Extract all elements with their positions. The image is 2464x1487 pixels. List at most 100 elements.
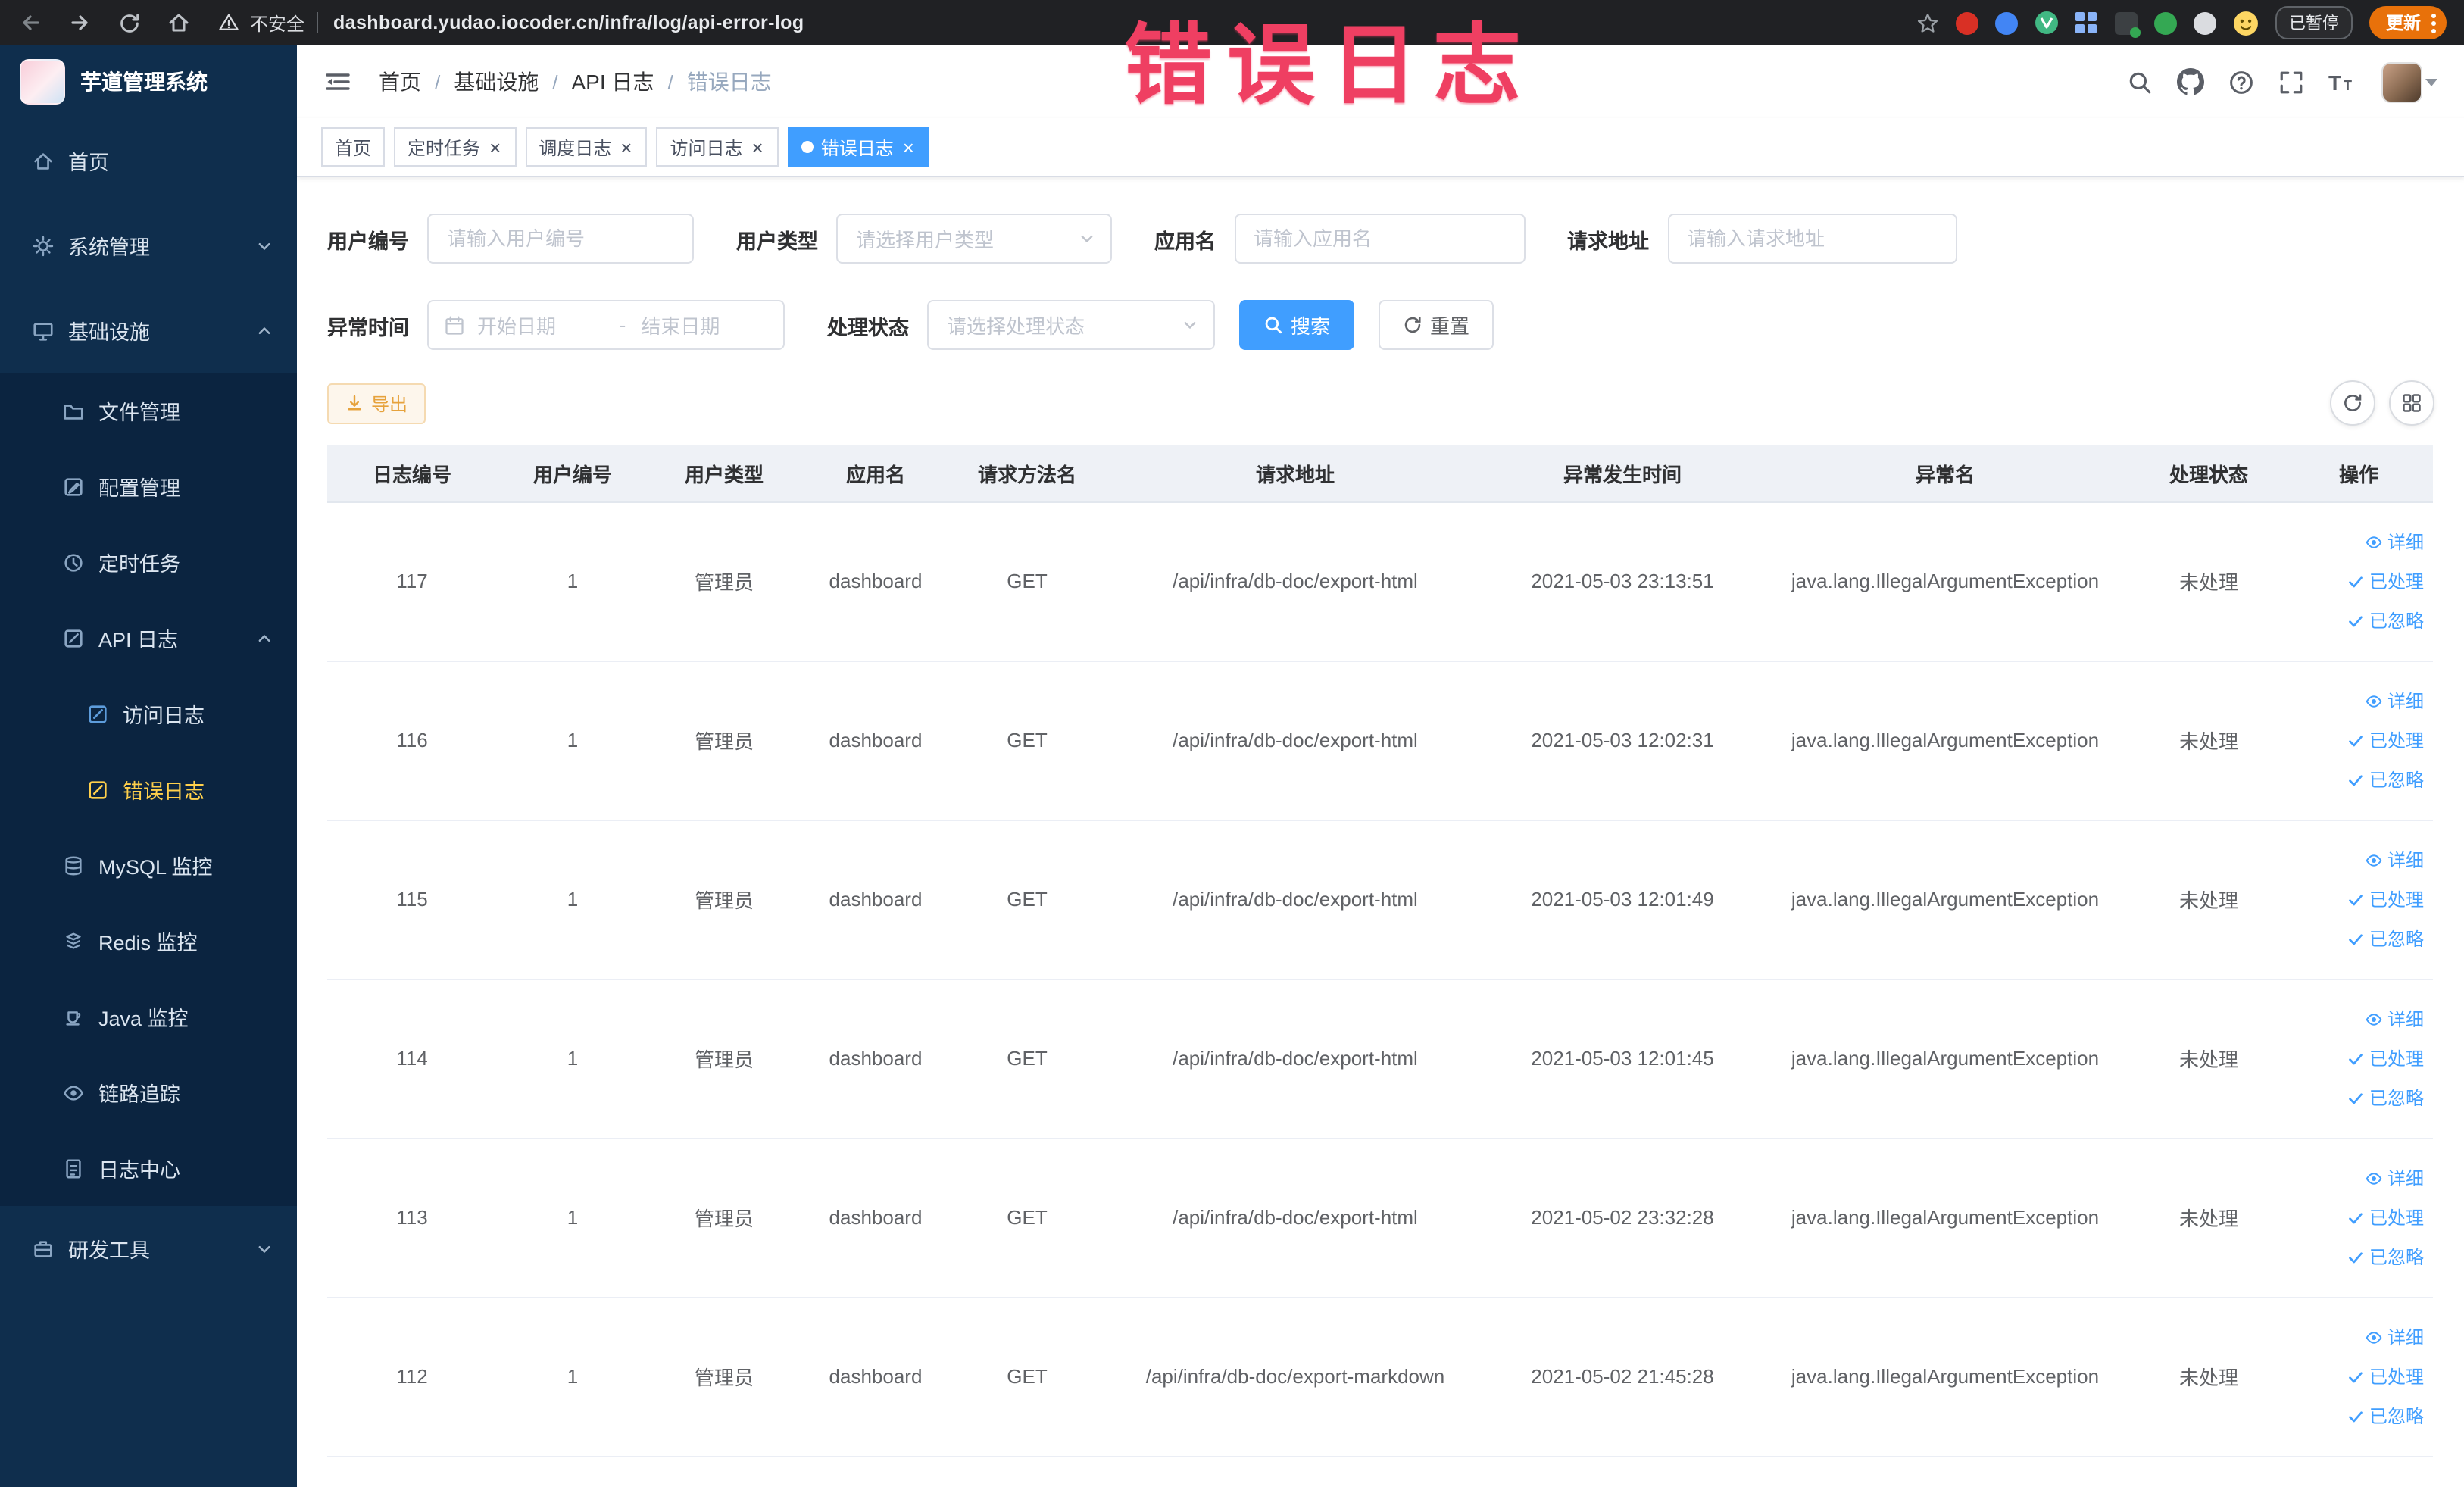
sidebar-item-link-tracing[interactable]: 链路追踪 (0, 1054, 297, 1130)
github-icon[interactable] (2177, 68, 2204, 95)
briefcase-icon (30, 1236, 55, 1261)
user-id-input[interactable] (427, 214, 694, 264)
site-security[interactable]: 不安全 (218, 10, 304, 36)
request-url-label: 请求地址 (1567, 230, 1649, 252)
red-extension-icon[interactable] (1956, 11, 1978, 34)
sidebar-item-home[interactable]: 首页 (0, 118, 297, 203)
cell-status: 未处理 (2133, 661, 2284, 820)
cell-log-id: 115 (327, 820, 497, 979)
detail-link[interactable]: 详细 (2365, 522, 2424, 561)
detail-link[interactable]: 详细 (2365, 999, 2424, 1039)
close-icon[interactable]: × (619, 137, 633, 157)
home-icon[interactable] (167, 11, 191, 35)
user-type-select[interactable]: 请选择用户类型 (836, 214, 1112, 264)
request-url-input[interactable] (1667, 214, 1957, 264)
mark-processed-link[interactable]: 已处理 (2347, 879, 2424, 919)
tag-tab-home[interactable]: 首页 (321, 127, 386, 167)
gray-extension-icon[interactable] (2194, 11, 2216, 34)
refresh-button[interactable] (2330, 380, 2375, 426)
help-icon[interactable] (2228, 69, 2254, 95)
detail-link[interactable]: 详细 (2365, 681, 2424, 720)
sidebar-item-scheduled-jobs[interactable]: 定时任务 (0, 524, 297, 600)
font-size-icon[interactable]: TT (2328, 69, 2357, 95)
column-settings-button[interactable] (2389, 380, 2434, 426)
blue-extension-icon[interactable] (1995, 11, 2018, 34)
col-method: 请求方法名 (951, 445, 1103, 502)
cell-request-url: /api/infra/db-doc/export-html (1103, 1138, 1488, 1298)
menu-dots-icon (2431, 13, 2436, 33)
mark-ignored-link[interactable]: 已忽略 (2347, 760, 2424, 799)
mark-ignored-link[interactable]: 已忽略 (2347, 601, 2424, 640)
grid-extension-icon[interactable] (2075, 11, 2098, 34)
mark-ignored-link[interactable]: 已忽略 (2347, 919, 2424, 958)
back-icon[interactable] (18, 11, 42, 35)
vue-devtools-icon[interactable] (2035, 11, 2059, 35)
url-bar[interactable]: dashboard.yudao.iocoder.cn/infra/log/api… (333, 12, 804, 33)
breadcrumb-api-log[interactable]: API 日志 (572, 67, 654, 97)
sidebar-item-access-log[interactable]: 访问日志 (0, 676, 297, 751)
close-icon[interactable]: × (901, 137, 916, 157)
cell-log-id: 112 (327, 1297, 497, 1457)
avatar[interactable] (2381, 61, 2437, 102)
mark-ignored-link[interactable]: 已忽略 (2347, 1237, 2424, 1276)
sidebar-item-config-mgmt[interactable]: 配置管理 (0, 448, 297, 524)
sidebar-item-error-log[interactable]: 错误日志 (0, 751, 297, 827)
close-icon[interactable]: × (488, 137, 502, 157)
detail-link[interactable]: 详细 (2365, 1317, 2424, 1357)
breadcrumb-infra[interactable]: 基础设施 (454, 67, 539, 97)
sidebar-item-api-log[interactable]: API 日志 (0, 600, 297, 676)
sidebar-item-system[interactable]: 系统管理 (0, 203, 297, 288)
search-button[interactable]: 搜索 (1239, 300, 1355, 350)
chevron-down-icon (256, 237, 273, 254)
chevron-down-icon (1182, 317, 1198, 333)
mark-processed-link[interactable]: 已处理 (2347, 1198, 2424, 1237)
paused-badge[interactable]: 已暂停 (2275, 6, 2353, 39)
cell-user-id: 1 (497, 661, 648, 820)
sidebar-item-java-monitor[interactable]: Java 监控 (0, 979, 297, 1054)
mark-processed-link[interactable]: 已处理 (2347, 561, 2424, 601)
config-icon (61, 474, 85, 498)
mark-ignored-link[interactable]: 已忽略 (2347, 1078, 2424, 1117)
tag-tab-error-log[interactable]: 错误日志 × (787, 127, 929, 167)
monkey-emoji-icon[interactable] (2233, 10, 2259, 36)
sidebar-item-log-center[interactable]: 日志中心 (0, 1130, 297, 1206)
reload-icon[interactable] (118, 11, 141, 34)
fullscreen-icon[interactable] (2278, 69, 2304, 95)
sidebar-item-redis-monitor[interactable]: Redis 监控 (0, 903, 297, 979)
sidebar-item-infra[interactable]: 基础设施 (0, 288, 297, 373)
svg-text:T: T (2328, 70, 2341, 94)
cell-user-type: 管理员 (648, 501, 800, 661)
exception-time-range-picker[interactable]: 开始日期 - 结束日期 (427, 300, 785, 350)
detail-link[interactable]: 详细 (2365, 840, 2424, 879)
tag-tab-scheduled-jobs[interactable]: 定时任务 × (394, 127, 517, 167)
bookmark-star-icon[interactable] (1916, 11, 1939, 34)
tag-tab-dispatch-log[interactable]: 调度日志 × (525, 127, 648, 167)
close-icon[interactable]: × (751, 137, 765, 157)
search-icon[interactable] (2127, 69, 2153, 95)
redis-icon (61, 929, 85, 953)
reset-button[interactable]: 重置 (1379, 300, 1494, 350)
sidebar-item-file-mgmt[interactable]: 文件管理 (0, 373, 297, 448)
tag-tab-access-log[interactable]: 访问日志 × (656, 127, 779, 167)
hamburger-icon[interactable] (318, 62, 358, 102)
breadcrumb-home[interactable]: 首页 (379, 67, 421, 97)
sidebar-item-mysql-monitor[interactable]: MySQL 监控 (0, 827, 297, 903)
home-icon (30, 148, 55, 173)
cup-icon (61, 1004, 85, 1029)
green-extension-icon[interactable] (2154, 11, 2177, 34)
app-logo[interactable]: 芋道管理系统 (0, 45, 297, 118)
mark-ignored-link[interactable]: 已忽略 (2347, 1396, 2424, 1435)
sidebar-item-dev-tools[interactable]: 研发工具 (0, 1206, 297, 1291)
mark-processed-link[interactable]: 已处理 (2347, 1039, 2424, 1078)
mark-processed-link[interactable]: 已处理 (2347, 1357, 2424, 1396)
mark-processed-link[interactable]: 已处理 (2347, 720, 2424, 760)
cell-method: GET (951, 979, 1103, 1139)
cell-user-type: 管理员 (648, 1138, 800, 1298)
detail-link[interactable]: 详细 (2365, 1158, 2424, 1198)
export-button[interactable]: 导出 (327, 383, 426, 423)
forward-icon[interactable] (68, 11, 92, 35)
update-button[interactable]: 更新 (2369, 6, 2447, 39)
process-status-select[interactable]: 请选择处理状态 (927, 300, 1215, 350)
app-name-input[interactable] (1234, 214, 1525, 264)
on-badge-extension-icon[interactable] (2115, 11, 2141, 37)
